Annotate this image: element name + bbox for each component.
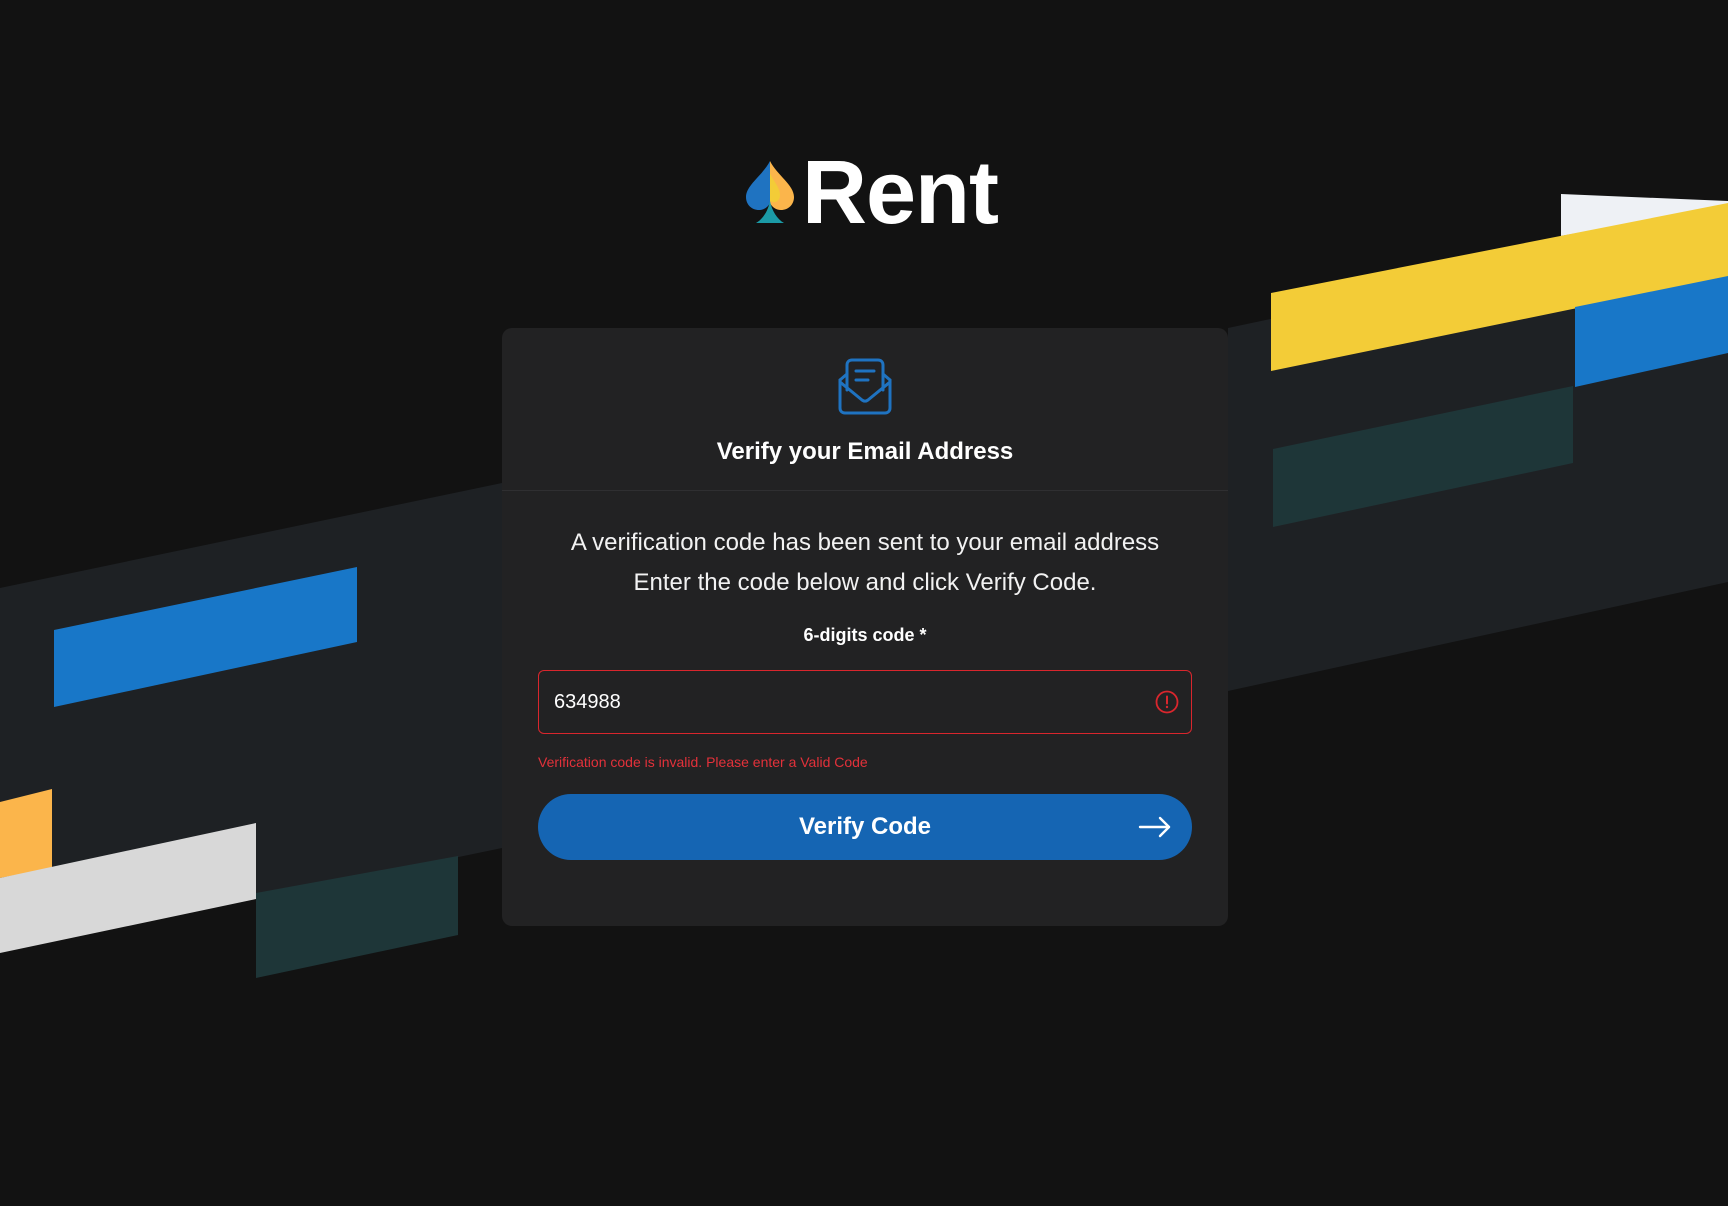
verify-code-button[interactable]: Verify Code	[538, 794, 1192, 860]
arrow-right-icon	[1138, 816, 1171, 838]
code-error-message: Verification code is invalid. Please ent…	[538, 754, 868, 770]
error-alert-icon	[1155, 690, 1179, 714]
card-body: A verification code has been sent to you…	[502, 523, 1228, 860]
mail-open-icon	[838, 358, 892, 415]
verify-card: Verify your Email Address A verification…	[502, 328, 1228, 926]
code-input[interactable]	[539, 671, 1191, 733]
brand-name: Rent	[802, 143, 999, 243]
verify-email-page: Rent Verify your Email Address A verific…	[0, 0, 1728, 1206]
message-line-2: Enter the code below and click Verify Co…	[633, 569, 1097, 596]
card-header: Verify your Email Address	[502, 328, 1228, 491]
spade-icon	[746, 161, 794, 223]
left-orange-stripe	[0, 789, 52, 878]
code-field	[538, 670, 1192, 734]
card-title: Verify your Email Address	[716, 438, 1014, 465]
message-line-1: A verification code has been sent to you…	[570, 529, 1160, 556]
instruction-message: A verification code has been sent to you…	[538, 523, 1192, 603]
code-field-label: 6-digits code *	[803, 625, 927, 645]
brand-logo: Rent	[744, 143, 999, 243]
verify-code-label: Verify Code	[798, 813, 932, 840]
